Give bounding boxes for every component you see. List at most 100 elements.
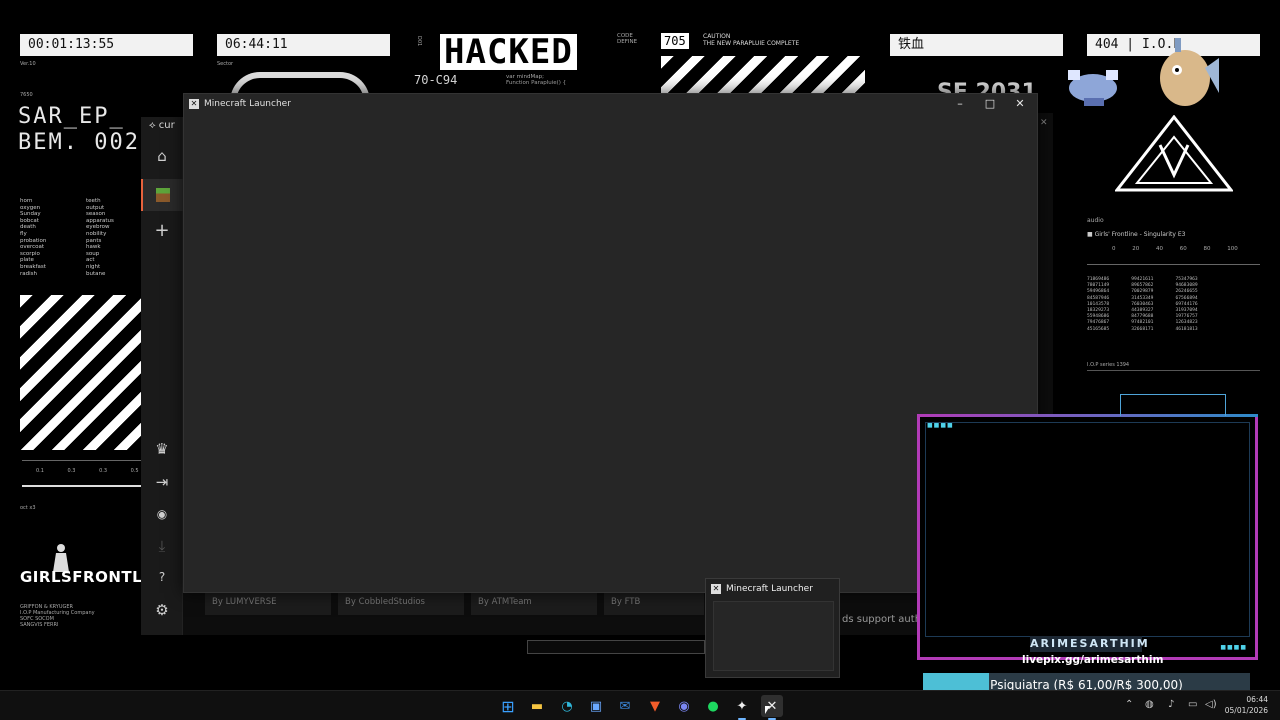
word-item: scorpio bbox=[20, 250, 40, 257]
caution-text: CAUTION THE NEW PARAPLUIE COMPLETE bbox=[703, 33, 800, 47]
modpack-card-4[interactable]: By FTB bbox=[604, 593, 704, 615]
stripe-panel-left bbox=[20, 295, 141, 450]
kanji-widget: 铁血 bbox=[890, 34, 1063, 56]
word-item: probation bbox=[20, 237, 47, 244]
word-item: radish bbox=[20, 270, 38, 277]
word-item: nobility bbox=[86, 230, 107, 237]
support-text: ds support autho bbox=[842, 614, 928, 625]
download-icon[interactable]: ⤓ bbox=[141, 530, 183, 562]
cam-dots-br-icon: ■■■■ bbox=[1220, 644, 1247, 651]
settings-icon[interactable]: ⚙ bbox=[141, 594, 183, 626]
stripe-panel-top bbox=[661, 56, 865, 96]
preview-logo-icon: ✕ bbox=[711, 584, 721, 594]
audio-label: audio bbox=[1087, 217, 1104, 224]
microphone-icon[interactable]: ♪ bbox=[1168, 699, 1174, 710]
table-footnote: I.O.P series 1394 bbox=[1087, 362, 1130, 368]
discord-taskbar-icon[interactable]: ◉ bbox=[673, 695, 695, 717]
word-item: season bbox=[86, 211, 106, 218]
minecraft-launcher-window[interactable]: ✕ Minecraft Launcher – □ ✕ bbox=[183, 93, 1038, 593]
discord-icon[interactable]: ◉ bbox=[141, 498, 183, 530]
word-item: teeth bbox=[86, 198, 101, 204]
volume-icon[interactable]: ◁) bbox=[1205, 699, 1217, 710]
clock-time: 06:44 bbox=[1246, 695, 1268, 704]
login-icon[interactable]: ⇥ bbox=[141, 466, 183, 498]
word-item: horn bbox=[20, 198, 33, 204]
word-column-b: teeth output season apparatus eyebrow nobilit… bbox=[86, 198, 114, 277]
word-item: overcoat bbox=[20, 244, 45, 251]
code-left: SAR_EP_ BEM. 002 bbox=[18, 104, 140, 155]
word-item: soup bbox=[86, 250, 100, 257]
hacked-sub: 70-C94 bbox=[414, 73, 458, 87]
launcher-titlebar[interactable]: ✕ Minecraft Launcher bbox=[184, 94, 1037, 114]
preview-thumbnail[interactable] bbox=[713, 601, 834, 671]
brave-icon[interactable]: ▼ bbox=[644, 695, 666, 717]
curseforge-taskbar-icon[interactable]: ✦ bbox=[731, 695, 753, 720]
preview-titlebar: ✕ Minecraft Launcher bbox=[706, 579, 839, 599]
audio-scale: 0 20 40 60 80 100 bbox=[1112, 246, 1238, 252]
crown-icon[interactable]: ♛ bbox=[141, 433, 183, 465]
hacked-banner: HACKED bbox=[440, 34, 577, 70]
modpack-card-2[interactable]: By CobbledStudios bbox=[338, 593, 464, 615]
tray-overflow-icon[interactable]: ⌃ bbox=[1125, 699, 1133, 710]
audio-track: ■ Girls' Frontline - Singularity E3 bbox=[1087, 231, 1186, 238]
fish-sprite-icon bbox=[1155, 38, 1220, 113]
taskbar: ⊞ ▬ ◔ ▣ ✉ ▼ ◉ ● ✦ ✕ ⌃ ◍ ♪ ▭ ◁) 06:44 05/… bbox=[0, 690, 1280, 720]
caution-number: 705 bbox=[661, 33, 689, 49]
tray-app-icon[interactable]: ◍ bbox=[1145, 699, 1154, 710]
word-item: hawk bbox=[86, 244, 101, 251]
network-icon[interactable]: ▭ bbox=[1188, 699, 1197, 710]
gf-sub: GRIFFON & KRYUGER I.O.P Manufacturing Co… bbox=[20, 604, 95, 628]
table-divider bbox=[1087, 370, 1260, 371]
cam-tab-decor bbox=[1120, 394, 1226, 416]
mail-icon[interactable]: ✉ bbox=[614, 695, 636, 717]
oct-label: oct x3 bbox=[20, 505, 36, 511]
word-item: death bbox=[20, 224, 36, 231]
slider-track bbox=[22, 460, 141, 461]
word-item: apparatus bbox=[86, 217, 114, 224]
webcam-feed bbox=[925, 422, 1250, 637]
curseforge-scrollbar[interactable] bbox=[527, 640, 705, 654]
add-icon[interactable]: + bbox=[141, 214, 183, 246]
spotify-icon[interactable]: ● bbox=[702, 695, 724, 717]
curseforge-close-icon[interactable]: ✕ bbox=[1040, 118, 1052, 132]
hacked-side: CODE DEFINE bbox=[617, 33, 638, 45]
mouse-cursor-icon bbox=[765, 706, 770, 714]
word-item: butane bbox=[86, 270, 106, 277]
word-item: Sunday bbox=[20, 211, 41, 218]
word-item: oxygen bbox=[20, 204, 41, 211]
slider-values: 0.1 0.3 0.3 0.5 bbox=[36, 468, 139, 474]
timer-widget-2: 06:44:11 bbox=[217, 34, 390, 56]
word-item: plate bbox=[20, 257, 34, 264]
microsoft-store-icon[interactable]: ▣ bbox=[585, 695, 607, 717]
modpack-card-3[interactable]: By ATMTeam bbox=[471, 593, 597, 615]
clock[interactable]: 06:44 05/01/2026 bbox=[1225, 694, 1268, 716]
launcher-title: Minecraft Launcher bbox=[204, 99, 291, 109]
cam-dots-icon: ■■■■ bbox=[927, 422, 954, 429]
help-icon[interactable]: ? bbox=[141, 561, 183, 593]
webcam-frame: ■■■■ ■■■■ bbox=[917, 414, 1258, 660]
maximize-button[interactable]: □ bbox=[975, 96, 1005, 112]
timer-sub-2: Sector bbox=[217, 61, 234, 67]
hacked-tag: D01 bbox=[416, 36, 422, 47]
file-explorer-icon[interactable]: ▬ bbox=[526, 695, 548, 717]
triangle-logo-icon bbox=[1113, 114, 1235, 193]
taskbar-preview[interactable]: ✕ Minecraft Launcher bbox=[705, 578, 840, 678]
minecraft-icon[interactable] bbox=[141, 179, 183, 211]
timer-widget-1: 00:01:13:55 bbox=[20, 34, 193, 56]
minimize-button[interactable]: – bbox=[945, 96, 975, 112]
close-button[interactable]: ✕ bbox=[1005, 96, 1035, 112]
preview-title: Minecraft Launcher bbox=[726, 584, 813, 594]
windows-start-icon[interactable]: ⊞ bbox=[497, 695, 519, 717]
livepix-url: livepix.gg/arimesarthim bbox=[1022, 654, 1164, 666]
launcher-logo-icon: ✕ bbox=[189, 99, 199, 109]
streamer-name: ARIMESARTHIM bbox=[1030, 636, 1150, 652]
home-icon[interactable]: ⌂ bbox=[141, 140, 183, 172]
edge-icon[interactable]: ◔ bbox=[556, 695, 578, 717]
number-table: 71869486 99421611 75347963 78071149 8965… bbox=[1087, 277, 1198, 332]
word-item: act bbox=[86, 257, 95, 264]
word-item: breakfast bbox=[20, 263, 46, 270]
word-item: pants bbox=[86, 237, 102, 244]
word-item: bobcat bbox=[20, 217, 39, 224]
modpack-card-1[interactable]: By LUMYVERSE bbox=[205, 593, 331, 615]
word-item: night bbox=[86, 263, 101, 270]
